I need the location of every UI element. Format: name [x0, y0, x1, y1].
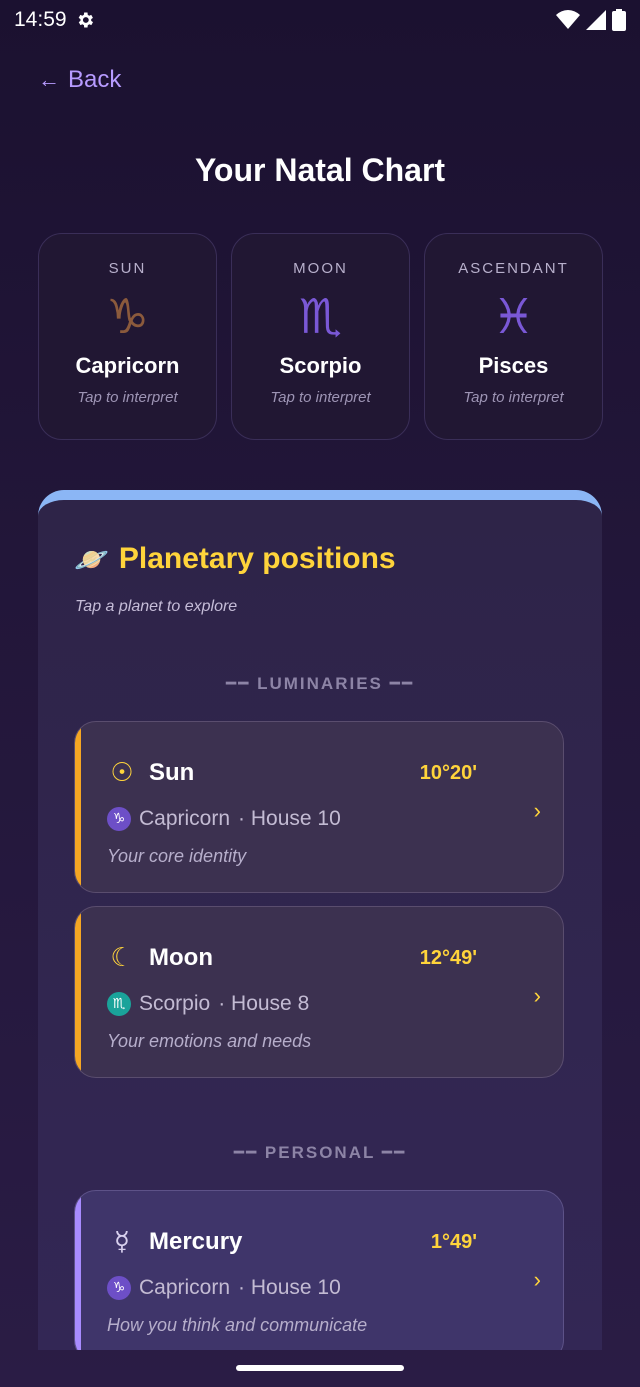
panel-subtitle: Tap a planet to explore [75, 598, 238, 615]
planet-degree: 10°20' [419, 762, 477, 784]
card-sign: Capricorn [75, 353, 180, 378]
chevron-right-icon: › [533, 798, 541, 823]
planet-degree: 1°49' [430, 1231, 477, 1253]
card-accent [75, 907, 81, 1077]
scorpio-badge-icon: ♏︎ [107, 992, 131, 1016]
card-sign: Pisces [478, 353, 549, 378]
status-bar: 14:59 [0, 0, 640, 40]
planet-house: · House 10 [238, 807, 341, 830]
planet-name: Sun [149, 759, 195, 786]
status-time: 14:59 [14, 8, 67, 31]
moon-sign-card[interactable]: MOON ♏︎ Scorpio Tap to interpret [231, 233, 410, 440]
panel-title: Planetary positions [118, 542, 396, 575]
scorpio-icon: ♏︎ [298, 289, 343, 345]
ringed-planet-icon: 🪐 [74, 543, 109, 575]
planet-description: How you think and communicate [107, 1315, 368, 1335]
planet-sign: Capricorn [139, 1276, 231, 1299]
section-label-personal: ━━ PERSONAL ━━ [233, 1143, 407, 1162]
planetary-positions-panel: 🪐 Planetary positions Tap a planet to ex… [38, 490, 602, 1350]
card-sign: Scorpio [279, 353, 362, 378]
planet-house: · House 10 [238, 1276, 341, 1299]
settings-gear-icon [78, 12, 93, 28]
page-title: Your Natal Chart [194, 152, 446, 188]
sun-sign-card[interactable]: SUN ♑︎ Capricorn Tap to interpret [38, 233, 217, 440]
battery-icon [612, 9, 626, 31]
cellular-signal-icon [586, 10, 606, 30]
card-accent [75, 1191, 81, 1350]
planet-card-mercury[interactable]: ☿ Mercury 1°49' ♑︎ Capricorn · House 10 … [74, 1190, 564, 1350]
moon-icon: ☾ [110, 943, 134, 973]
planet-house: · House 8 [218, 992, 310, 1015]
section-label-luminaries: ━━ LUMINARIES ━━ [225, 674, 415, 693]
capricorn-icon: ♑︎ [105, 289, 150, 345]
back-arrow-icon: ← [38, 67, 60, 92]
panel-header: 🪐 Planetary positions [74, 542, 396, 576]
card-label: MOON [293, 260, 348, 277]
sun-icon: ☉ [110, 758, 134, 788]
card-hint: Tap to interpret [270, 389, 371, 406]
chevron-right-icon: › [533, 1267, 541, 1292]
planet-description: Your emotions and needs [107, 1031, 312, 1051]
card-label: SUN [108, 260, 147, 277]
pisces-icon: ♓︎ [491, 289, 536, 345]
planet-sign: Scorpio [139, 992, 211, 1015]
planet-name: Moon [149, 944, 213, 971]
wifi-icon [556, 10, 580, 29]
planet-degree: 12°49' [419, 947, 477, 969]
planet-name: Mercury [149, 1228, 243, 1255]
planet-description: Your core identity [107, 846, 247, 866]
home-indicator[interactable] [236, 1365, 404, 1371]
planet-card-moon[interactable]: ☾ Moon 12°49' ♏︎ Scorpio · House 8 Your … [74, 906, 564, 1078]
planet-sign: Capricorn [139, 807, 231, 830]
mercury-icon: ☿ [114, 1227, 130, 1257]
back-button[interactable]: ← Back [38, 66, 121, 94]
chevron-right-icon: › [533, 983, 541, 1008]
capricorn-badge-icon: ♑︎ [107, 807, 131, 831]
card-hint: Tap to interpret [77, 389, 178, 406]
big-three-cards: SUN ♑︎ Capricorn Tap to interpret MOON ♏… [38, 233, 603, 440]
capricorn-badge-icon: ♑︎ [107, 1276, 131, 1300]
card-accent [75, 722, 81, 892]
ascendant-sign-card[interactable]: ASCENDANT ♓︎ Pisces Tap to interpret [424, 233, 603, 440]
card-label: ASCENDANT [458, 260, 569, 277]
planet-card-sun[interactable]: ☉ Sun 10°20' ♑︎ Capricorn · House 10 You… [74, 721, 564, 893]
back-label: Back [68, 66, 122, 93]
card-hint: Tap to interpret [463, 389, 564, 406]
